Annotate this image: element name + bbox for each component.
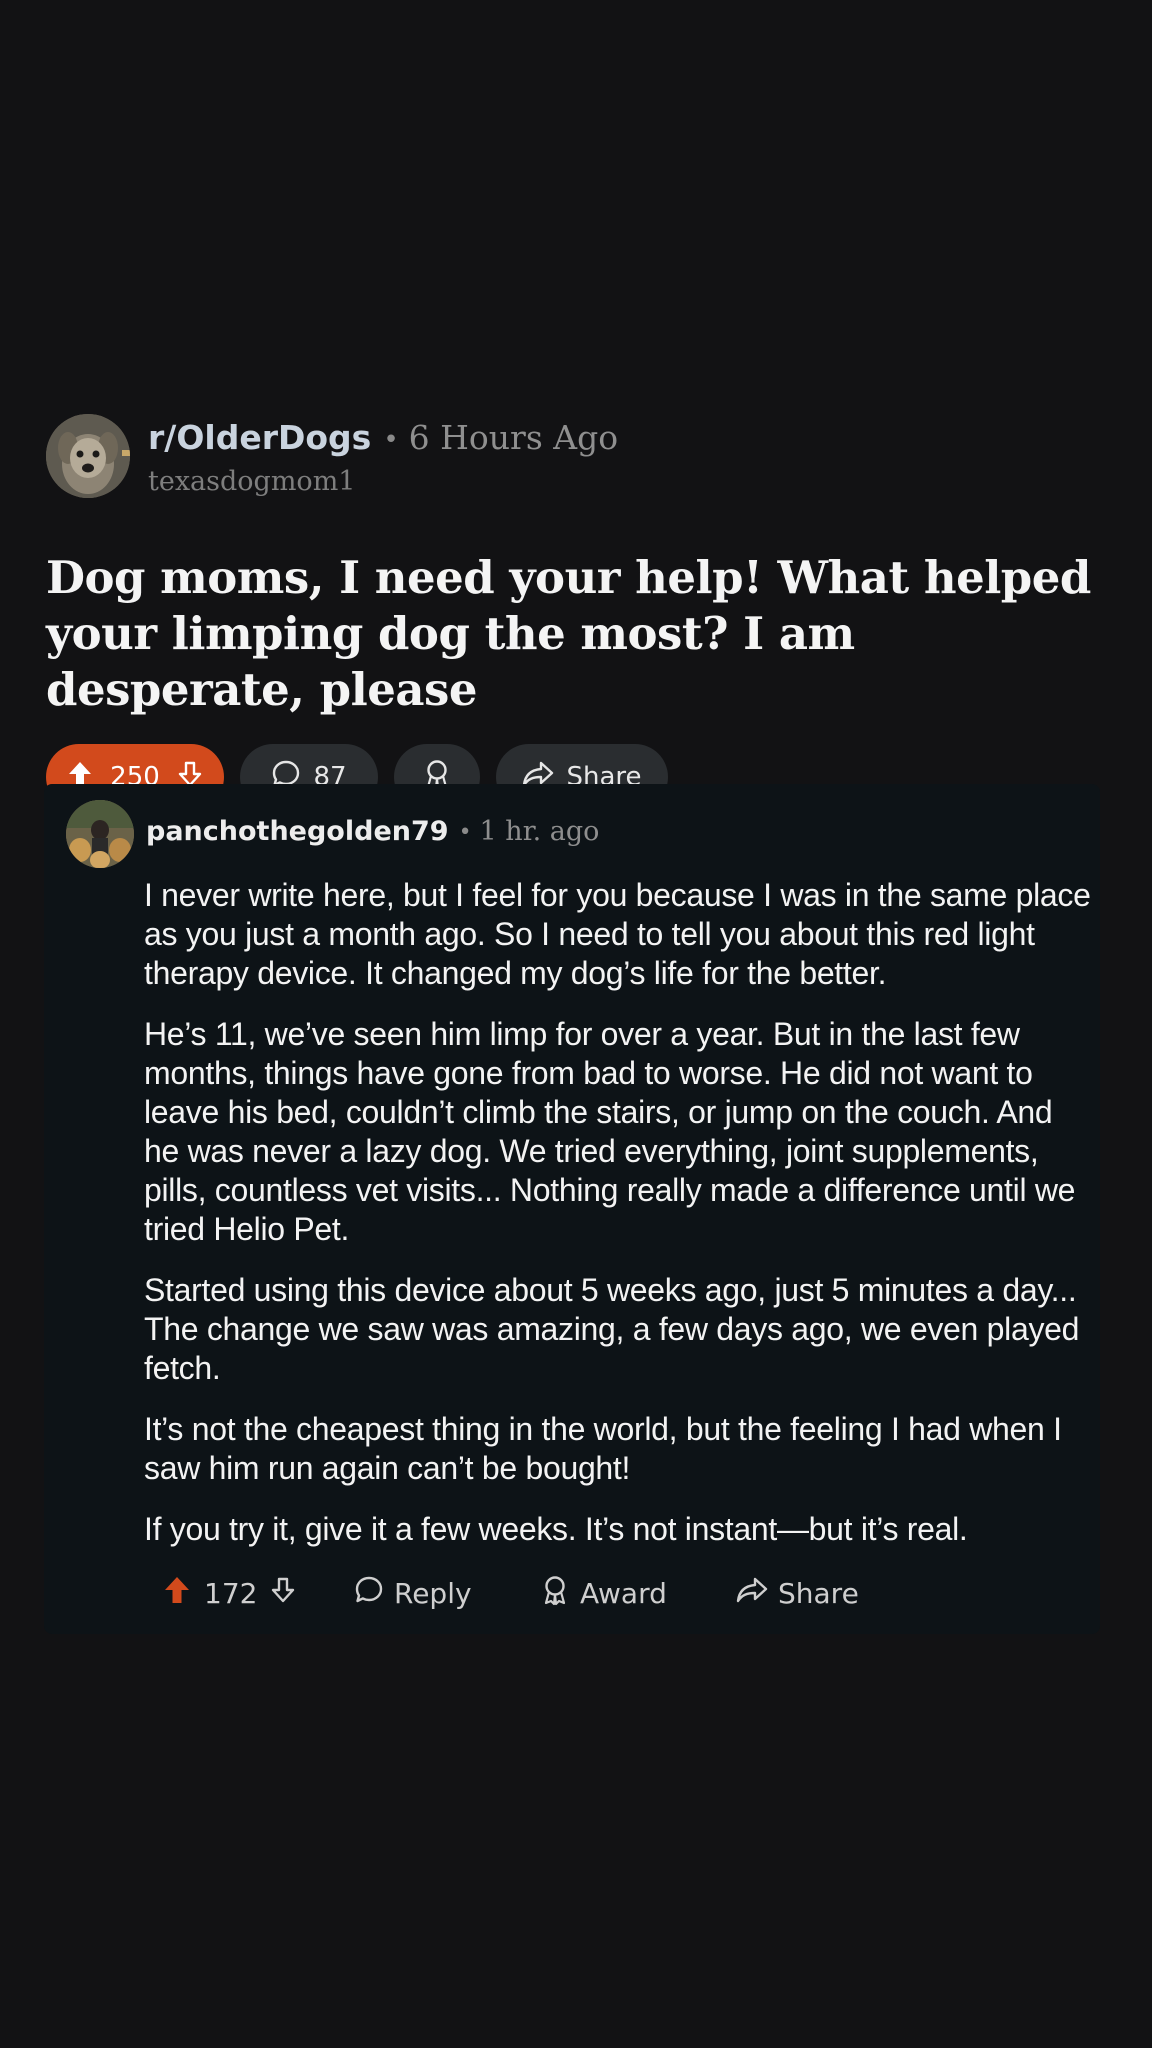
comment-actions: 172 Reply Award Share	[164, 1574, 859, 1613]
subreddit-name[interactable]: r/OlderDogs	[148, 418, 371, 457]
share-arrow-icon	[736, 1576, 768, 1611]
reply-button[interactable]: Reply	[354, 1575, 540, 1612]
comment-body: I never write here, but I feel for you b…	[144, 876, 1094, 1571]
meta-separator: •	[458, 820, 472, 845]
post-header: r/OlderDogs • 6 Hours Ago texasdogmom1	[46, 414, 1106, 504]
comment-card: panchothegolden79 • 1 hr. ago I never writ…	[44, 784, 1100, 1634]
comment-share-button[interactable]: Share	[736, 1576, 859, 1611]
post-title[interactable]: Dog moms, I need your help! What helped …	[46, 550, 1106, 718]
arrow-down-icon[interactable]	[271, 1577, 295, 1610]
post-time: 6 Hours Ago	[408, 418, 619, 457]
comment-paragraph: He’s 11, we’ve seen him limp for over a …	[144, 1016, 1076, 1247]
comment-vote: 172	[164, 1576, 354, 1611]
comment-time: 1 hr. ago	[479, 816, 600, 847]
arrow-up-icon[interactable]	[164, 1576, 190, 1611]
speech-bubble-icon	[354, 1575, 384, 1612]
commenter-username[interactable]: panchothegolden79	[146, 816, 449, 847]
award-ribbon-icon	[540, 1574, 570, 1613]
post-author[interactable]: texasdogmom1	[148, 466, 355, 497]
comment-paragraph: Started using this device about 5 weeks …	[144, 1272, 1080, 1386]
subreddit-avatar[interactable]	[46, 414, 130, 498]
comment-meta: panchothegolden79 • 1 hr. ago	[146, 816, 599, 847]
reply-label: Reply	[394, 1577, 472, 1610]
commenter-avatar[interactable]	[66, 800, 134, 868]
award-label: Award	[580, 1577, 667, 1610]
post: r/OlderDogs • 6 Hours Ago texasdogmom1 Dog…	[46, 414, 1106, 810]
comment-vote-count: 172	[204, 1577, 258, 1610]
comment-award-button[interactable]: Award	[540, 1574, 736, 1613]
comment-paragraph: If you try it, give it a few weeks. It’s…	[144, 1511, 968, 1547]
comment-share-label: Share	[778, 1577, 859, 1610]
comment-paragraph: I never write here, but I feel for you b…	[144, 877, 1091, 991]
post-meta: r/OlderDogs • 6 Hours Ago	[148, 418, 618, 457]
comment-paragraph: It’s not the cheapest thing in the world…	[144, 1411, 1062, 1486]
meta-separator: •	[383, 424, 399, 455]
